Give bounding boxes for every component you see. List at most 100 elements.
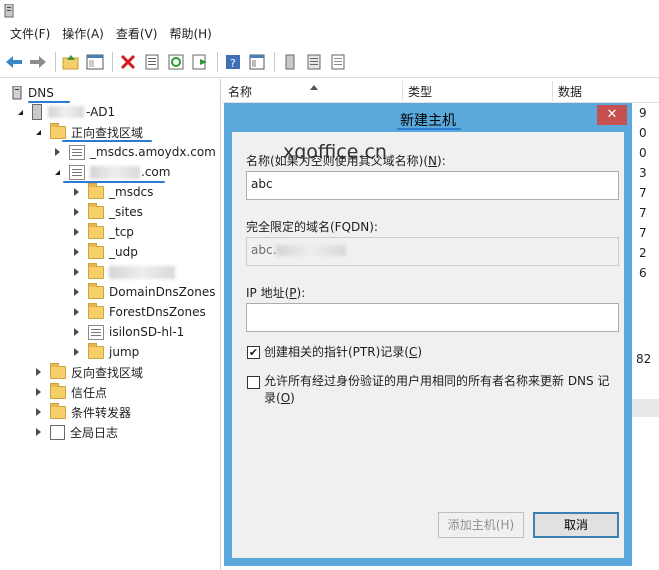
list-cell-data-fragment: 9 — [639, 106, 647, 120]
log-icon — [50, 424, 65, 440]
redacted-text — [90, 165, 140, 179]
tree-label-trust-points: 信任点 — [71, 385, 108, 400]
server-icon — [32, 104, 42, 120]
list-cell-data-fragment: 7 — [639, 226, 647, 240]
list-cell-data-fragment: 3 — [639, 166, 647, 180]
tree-node-zone-child[interactable]: _msdcs — [72, 182, 153, 202]
folder-icon — [88, 202, 104, 219]
menu-bar: 文件(F) 操作(A) 查看(V) 帮助(H) — [0, 22, 659, 46]
expand-open-icon[interactable] — [36, 129, 41, 135]
tree-node-conditional-forwarders[interactable]: 条件转发器 — [34, 402, 131, 422]
column-header-type[interactable]: 类型 — [408, 83, 432, 100]
list-cell-data-fragment: 6 — [639, 266, 647, 280]
cancel-button[interactable]: 取消 — [533, 512, 619, 538]
tree-label-global-logs: 全局日志 — [70, 425, 119, 440]
expand-closed-icon[interactable] — [36, 428, 41, 436]
folder-icon — [50, 402, 66, 419]
tree-node-zone-child[interactable] — [72, 262, 175, 282]
menu-file[interactable]: 文件(F) — [4, 23, 56, 45]
tree-node-zone-child[interactable]: ForestDnsZones — [72, 302, 206, 322]
tree-node-dns-root[interactable]: DNS — [10, 83, 54, 103]
tree-node-global-logs[interactable]: 全局日志 — [34, 422, 118, 442]
ip-address-input[interactable] — [246, 303, 619, 332]
close-button[interactable]: ✕ — [597, 105, 627, 125]
expand-closed-icon[interactable] — [74, 228, 79, 236]
dialog-title: 新建主机 — [400, 113, 456, 129]
zone-icon — [69, 144, 85, 160]
expand-closed-icon[interactable] — [74, 248, 79, 256]
expand-closed-icon[interactable] — [74, 308, 79, 316]
host-name-input[interactable]: abc — [246, 171, 619, 200]
server-icon[interactable] — [279, 51, 301, 73]
tree-node-zone-child[interactable]: isilonSD-hl-1 — [72, 322, 184, 342]
tree-node-reverse-zones[interactable]: 反向查找区域 — [34, 362, 143, 382]
svg-text:?: ? — [230, 57, 236, 70]
expand-closed-icon[interactable] — [74, 328, 79, 336]
expand-closed-icon[interactable] — [74, 348, 79, 356]
menu-help[interactable]: 帮助(H) — [163, 23, 217, 45]
tree-label-zone-child: _tcp — [109, 225, 134, 239]
list-icon[interactable] — [303, 51, 325, 73]
expand-closed-icon[interactable] — [36, 368, 41, 376]
redacted-text — [276, 245, 347, 256]
dialog-body: 名称(如果为空则使用其父域名称)(N): abc 完全限定的域名(FQDN): … — [232, 132, 624, 558]
list-cell-data-fragment: 82 — [636, 352, 652, 366]
list-header: 名称 类型 数据 — [222, 79, 659, 103]
menu-view[interactable]: 查看(V) — [110, 23, 164, 45]
tree-label-server: -AD1 — [86, 105, 116, 119]
console-tree: DNS -AD1 正向查找区域 _msdcs.amoydx.com .com _… — [0, 79, 221, 570]
tree-node-server[interactable]: -AD1 — [16, 102, 115, 122]
tree-node-forward-zones[interactable]: 正向查找区域 — [34, 122, 143, 142]
expand-closed-icon[interactable] — [36, 388, 41, 396]
annotation-underline — [397, 128, 461, 130]
expand-closed-icon[interactable] — [55, 148, 60, 156]
expand-open-icon[interactable] — [55, 169, 60, 175]
back-arrow-icon[interactable] — [3, 51, 25, 73]
forward-arrow-icon[interactable] — [27, 51, 49, 73]
refresh-icon[interactable] — [165, 51, 187, 73]
tree-label-forward-zones: 正向查找区域 — [71, 125, 144, 140]
tree-node-zone-child[interactable]: _udp — [72, 242, 138, 262]
column-header-name[interactable]: 名称 — [228, 83, 252, 100]
tree-label-zone-child: jump — [109, 345, 140, 359]
tree-node-zone-child[interactable]: _sites — [72, 202, 143, 222]
dns-manager-app-icon — [4, 4, 14, 18]
menu-action[interactable]: 操作(A) — [56, 23, 110, 45]
properties-icon[interactable] — [141, 51, 163, 73]
allow-update-label: 允许所有经过身份验证的用户用相同的所有者名称来更新 DNS 记录(O) — [264, 374, 610, 405]
create-ptr-checkbox[interactable]: ✔ — [247, 346, 260, 359]
expand-closed-icon[interactable] — [74, 208, 79, 216]
up-folder-icon[interactable] — [60, 51, 82, 73]
list-cell-data-fragment: 7 — [639, 186, 647, 200]
redacted-text — [109, 265, 175, 279]
folder-icon — [88, 302, 104, 319]
tree-node-domain-zone[interactable]: .com — [53, 162, 170, 182]
expand-closed-icon[interactable] — [74, 268, 79, 276]
column-header-data[interactable]: 数据 — [558, 83, 582, 100]
toolbar-separator — [55, 51, 56, 72]
help-icon[interactable]: ? — [222, 51, 244, 73]
delete-icon[interactable] — [117, 51, 139, 73]
expand-closed-icon[interactable] — [74, 288, 79, 296]
folder-icon — [88, 182, 104, 199]
fqdn-field: abc. — [246, 237, 619, 266]
export-icon[interactable] — [189, 51, 211, 73]
allow-update-checkbox[interactable] — [247, 376, 260, 389]
tree-node-zone-child[interactable]: _tcp — [72, 222, 134, 242]
expand-open-icon[interactable] — [18, 109, 23, 115]
console-icon[interactable] — [246, 51, 268, 73]
window-titlebar — [0, 0, 659, 22]
records-icon[interactable] — [327, 51, 349, 73]
tree-node-msdcs-zone[interactable]: _msdcs.amoydx.com — [53, 142, 216, 162]
watermark-text: xqoffice.cn — [283, 141, 387, 163]
sort-ascending-icon — [310, 85, 318, 90]
tree-label-zone-child: _sites — [109, 205, 143, 219]
tree-node-zone-child[interactable]: DomainDnsZones — [72, 282, 215, 302]
expand-closed-icon[interactable] — [36, 408, 41, 416]
add-host-button[interactable]: 添加主机(H) — [438, 512, 524, 538]
expand-closed-icon[interactable] — [74, 188, 79, 196]
tree-label-zone-child: ForestDnsZones — [109, 305, 206, 319]
tree-node-zone-child[interactable]: jump — [72, 342, 139, 362]
tree-node-trust-points[interactable]: 信任点 — [34, 382, 107, 402]
show-tree-icon[interactable] — [84, 51, 106, 73]
